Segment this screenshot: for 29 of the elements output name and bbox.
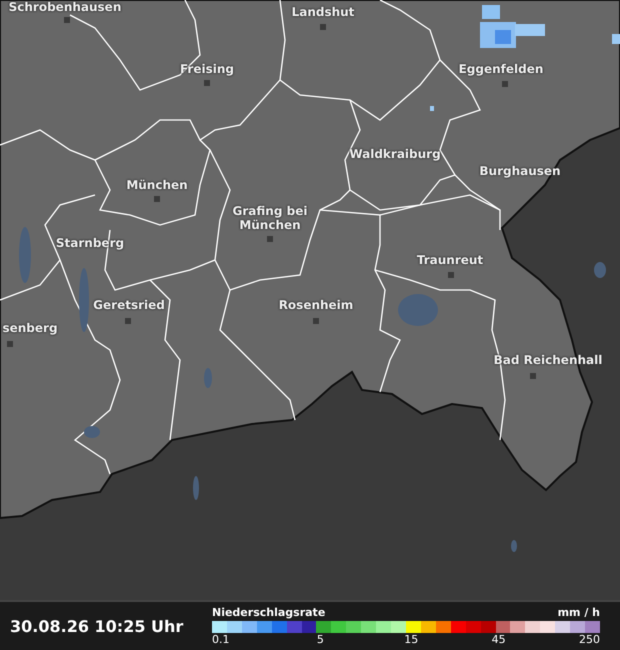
city-label: Waldkraiburg <box>349 147 441 161</box>
city-label: Geretsried <box>93 298 165 312</box>
city-label: Rosenheim <box>278 298 354 312</box>
city-label: Traunreut <box>416 253 484 267</box>
city-marker <box>320 24 326 30</box>
city-marker <box>154 196 160 202</box>
city-marker <box>530 373 536 379</box>
city-marker <box>64 17 70 23</box>
city-label: Schrobenhausen <box>8 0 122 14</box>
city-marker <box>267 236 273 242</box>
city-label: Grafing bei München <box>232 204 308 232</box>
timestamp: 30.08.26 10:25 Uhr <box>10 616 184 636</box>
scale-tick-label: 45 <box>492 633 506 646</box>
scale-tick-label: 0.1 <box>212 633 230 646</box>
legend-unit: mm / h <box>558 606 600 619</box>
city-marker <box>125 318 131 324</box>
city-marker <box>204 80 210 86</box>
city-label: Eggenfelden <box>458 62 544 76</box>
legend-title: Niederschlagsrate <box>212 606 326 619</box>
city-marker <box>7 341 13 347</box>
city-marker <box>448 272 454 278</box>
city-label: Landshut <box>292 5 354 19</box>
city-label: senberg <box>2 321 58 335</box>
scale-tick-label: 15 <box>404 633 418 646</box>
city-marker <box>313 318 319 324</box>
city-marker <box>502 81 508 87</box>
scale-tick-label: 5 <box>316 633 324 646</box>
city-label: München <box>126 178 188 192</box>
scale-tick-label: 250 <box>579 633 600 646</box>
